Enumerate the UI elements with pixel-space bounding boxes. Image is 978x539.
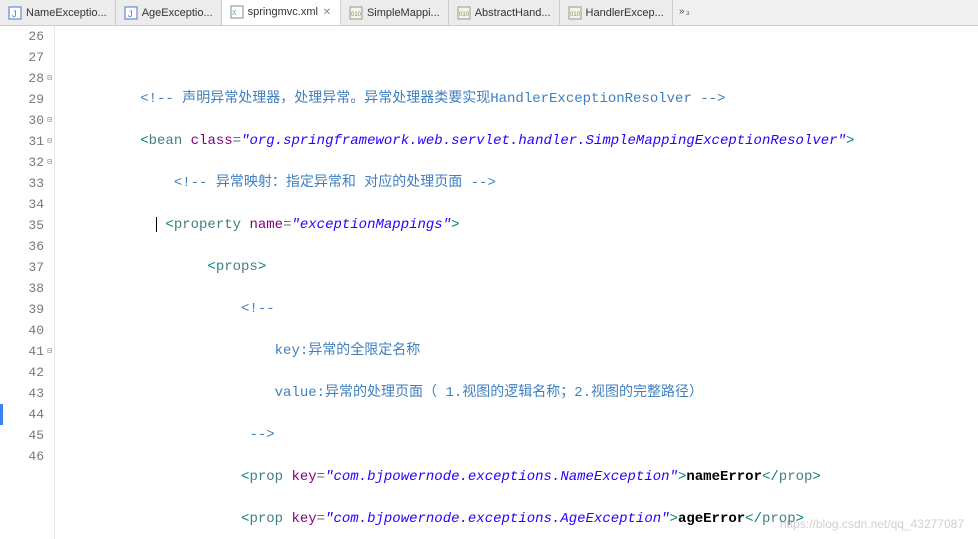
- class-file-icon: 010: [457, 6, 471, 20]
- line-number: 31⊟: [0, 131, 44, 152]
- line-number: 46: [0, 446, 44, 467]
- line-number: 37: [0, 257, 44, 278]
- watermark: https://blog.csdn.net/qq_43277087: [780, 517, 964, 531]
- svg-text:010: 010: [459, 12, 470, 18]
- code-line: value:异常的处理页面（ 1.视图的逻辑名称；2.视图的完整路径）: [73, 383, 978, 404]
- line-number: 35: [0, 215, 44, 236]
- fold-toggle-icon[interactable]: ⊟: [43, 347, 52, 356]
- code-line: key:异常的全限定名称: [73, 341, 978, 362]
- line-number: 27: [0, 47, 44, 68]
- tab-age-exception[interactable]: J AgeExceptio...: [116, 0, 222, 25]
- tab-handler-exception[interactable]: 010 HandlerExcep...: [560, 0, 673, 25]
- code-line: <prop key="com.bjpowernode.exceptions.Na…: [73, 467, 978, 488]
- tab-label: springmvc.xml: [248, 6, 318, 18]
- tab-name-exception[interactable]: J NameExceptio...: [0, 0, 116, 25]
- code-line: [73, 47, 978, 68]
- line-number: 43: [0, 383, 44, 404]
- tab-label: SimpleMappi...: [367, 7, 440, 19]
- line-number: 30⊟: [0, 110, 44, 131]
- fold-toggle-icon[interactable]: ⊟: [43, 116, 52, 125]
- line-number: 26: [0, 26, 44, 47]
- tab-springmvc-xml[interactable]: X springmvc.xml ✕: [222, 0, 341, 25]
- tab-label: HandlerExcep...: [586, 7, 664, 19]
- svg-text:010: 010: [351, 12, 362, 18]
- line-number: 38: [0, 278, 44, 299]
- svg-text:J: J: [128, 9, 133, 19]
- line-number: 32⊟: [0, 152, 44, 173]
- line-number: 40: [0, 320, 44, 341]
- java-file-icon: J: [124, 6, 138, 20]
- code-line: <property name="exceptionMappings">: [73, 215, 978, 236]
- code-area[interactable]: <!-- 声明异常处理器，处理异常。异常处理器类要实现HandlerExcept…: [55, 26, 978, 539]
- tab-simple-mapping[interactable]: 010 SimpleMappi...: [341, 0, 449, 25]
- svg-text:X: X: [232, 10, 237, 17]
- line-number: 29: [0, 89, 44, 110]
- code-line: <!-- 异常映射：指定异常和 对应的处理页面 -->: [73, 173, 978, 194]
- code-line: <props>: [73, 257, 978, 278]
- fold-toggle-icon[interactable]: ⊟: [43, 137, 52, 146]
- tab-label: AgeExceptio...: [142, 7, 213, 19]
- line-number: 28⊟: [0, 68, 44, 89]
- tab-overflow-indicator[interactable]: »₃: [673, 0, 697, 25]
- class-file-icon: 010: [568, 6, 582, 20]
- code-line: -->: [73, 425, 978, 446]
- code-line: <!--: [73, 299, 978, 320]
- line-number: 45: [0, 425, 44, 446]
- fold-toggle-icon[interactable]: ⊟: [43, 158, 52, 167]
- code-editor: 26 27 28⊟ 29 30⊟ 31⊟ 32⊟ 33 34 35 36 37 …: [0, 26, 978, 539]
- line-number-gutter: 26 27 28⊟ 29 30⊟ 31⊟ 32⊟ 33 34 35 36 37 …: [0, 26, 55, 539]
- java-file-icon: J: [8, 6, 22, 20]
- overflow-label: »₃: [679, 7, 691, 18]
- line-number: 33: [0, 173, 44, 194]
- line-number: 42: [0, 362, 44, 383]
- class-file-icon: 010: [349, 6, 363, 20]
- editor-tabs: J NameExceptio... J AgeExceptio... X spr…: [0, 0, 978, 26]
- svg-text:J: J: [12, 9, 17, 19]
- code-line: <bean class="org.springframework.web.ser…: [73, 131, 978, 152]
- tab-label: AbstractHand...: [475, 7, 551, 19]
- code-line: <!-- 声明异常处理器，处理异常。异常处理器类要实现HandlerExcept…: [73, 89, 978, 110]
- line-number: 34: [0, 194, 44, 215]
- tab-abstract-handler[interactable]: 010 AbstractHand...: [449, 0, 560, 25]
- close-icon[interactable]: ✕: [322, 7, 332, 17]
- line-number: 44: [0, 404, 44, 425]
- line-number: 36: [0, 236, 44, 257]
- xml-file-icon: X: [230, 5, 244, 19]
- tab-label: NameExceptio...: [26, 7, 107, 19]
- svg-text:010: 010: [570, 12, 581, 18]
- fold-toggle-icon[interactable]: ⊟: [43, 74, 52, 83]
- text-cursor-icon: [156, 217, 157, 232]
- line-number: 39: [0, 299, 44, 320]
- line-number: 41⊟: [0, 341, 44, 362]
